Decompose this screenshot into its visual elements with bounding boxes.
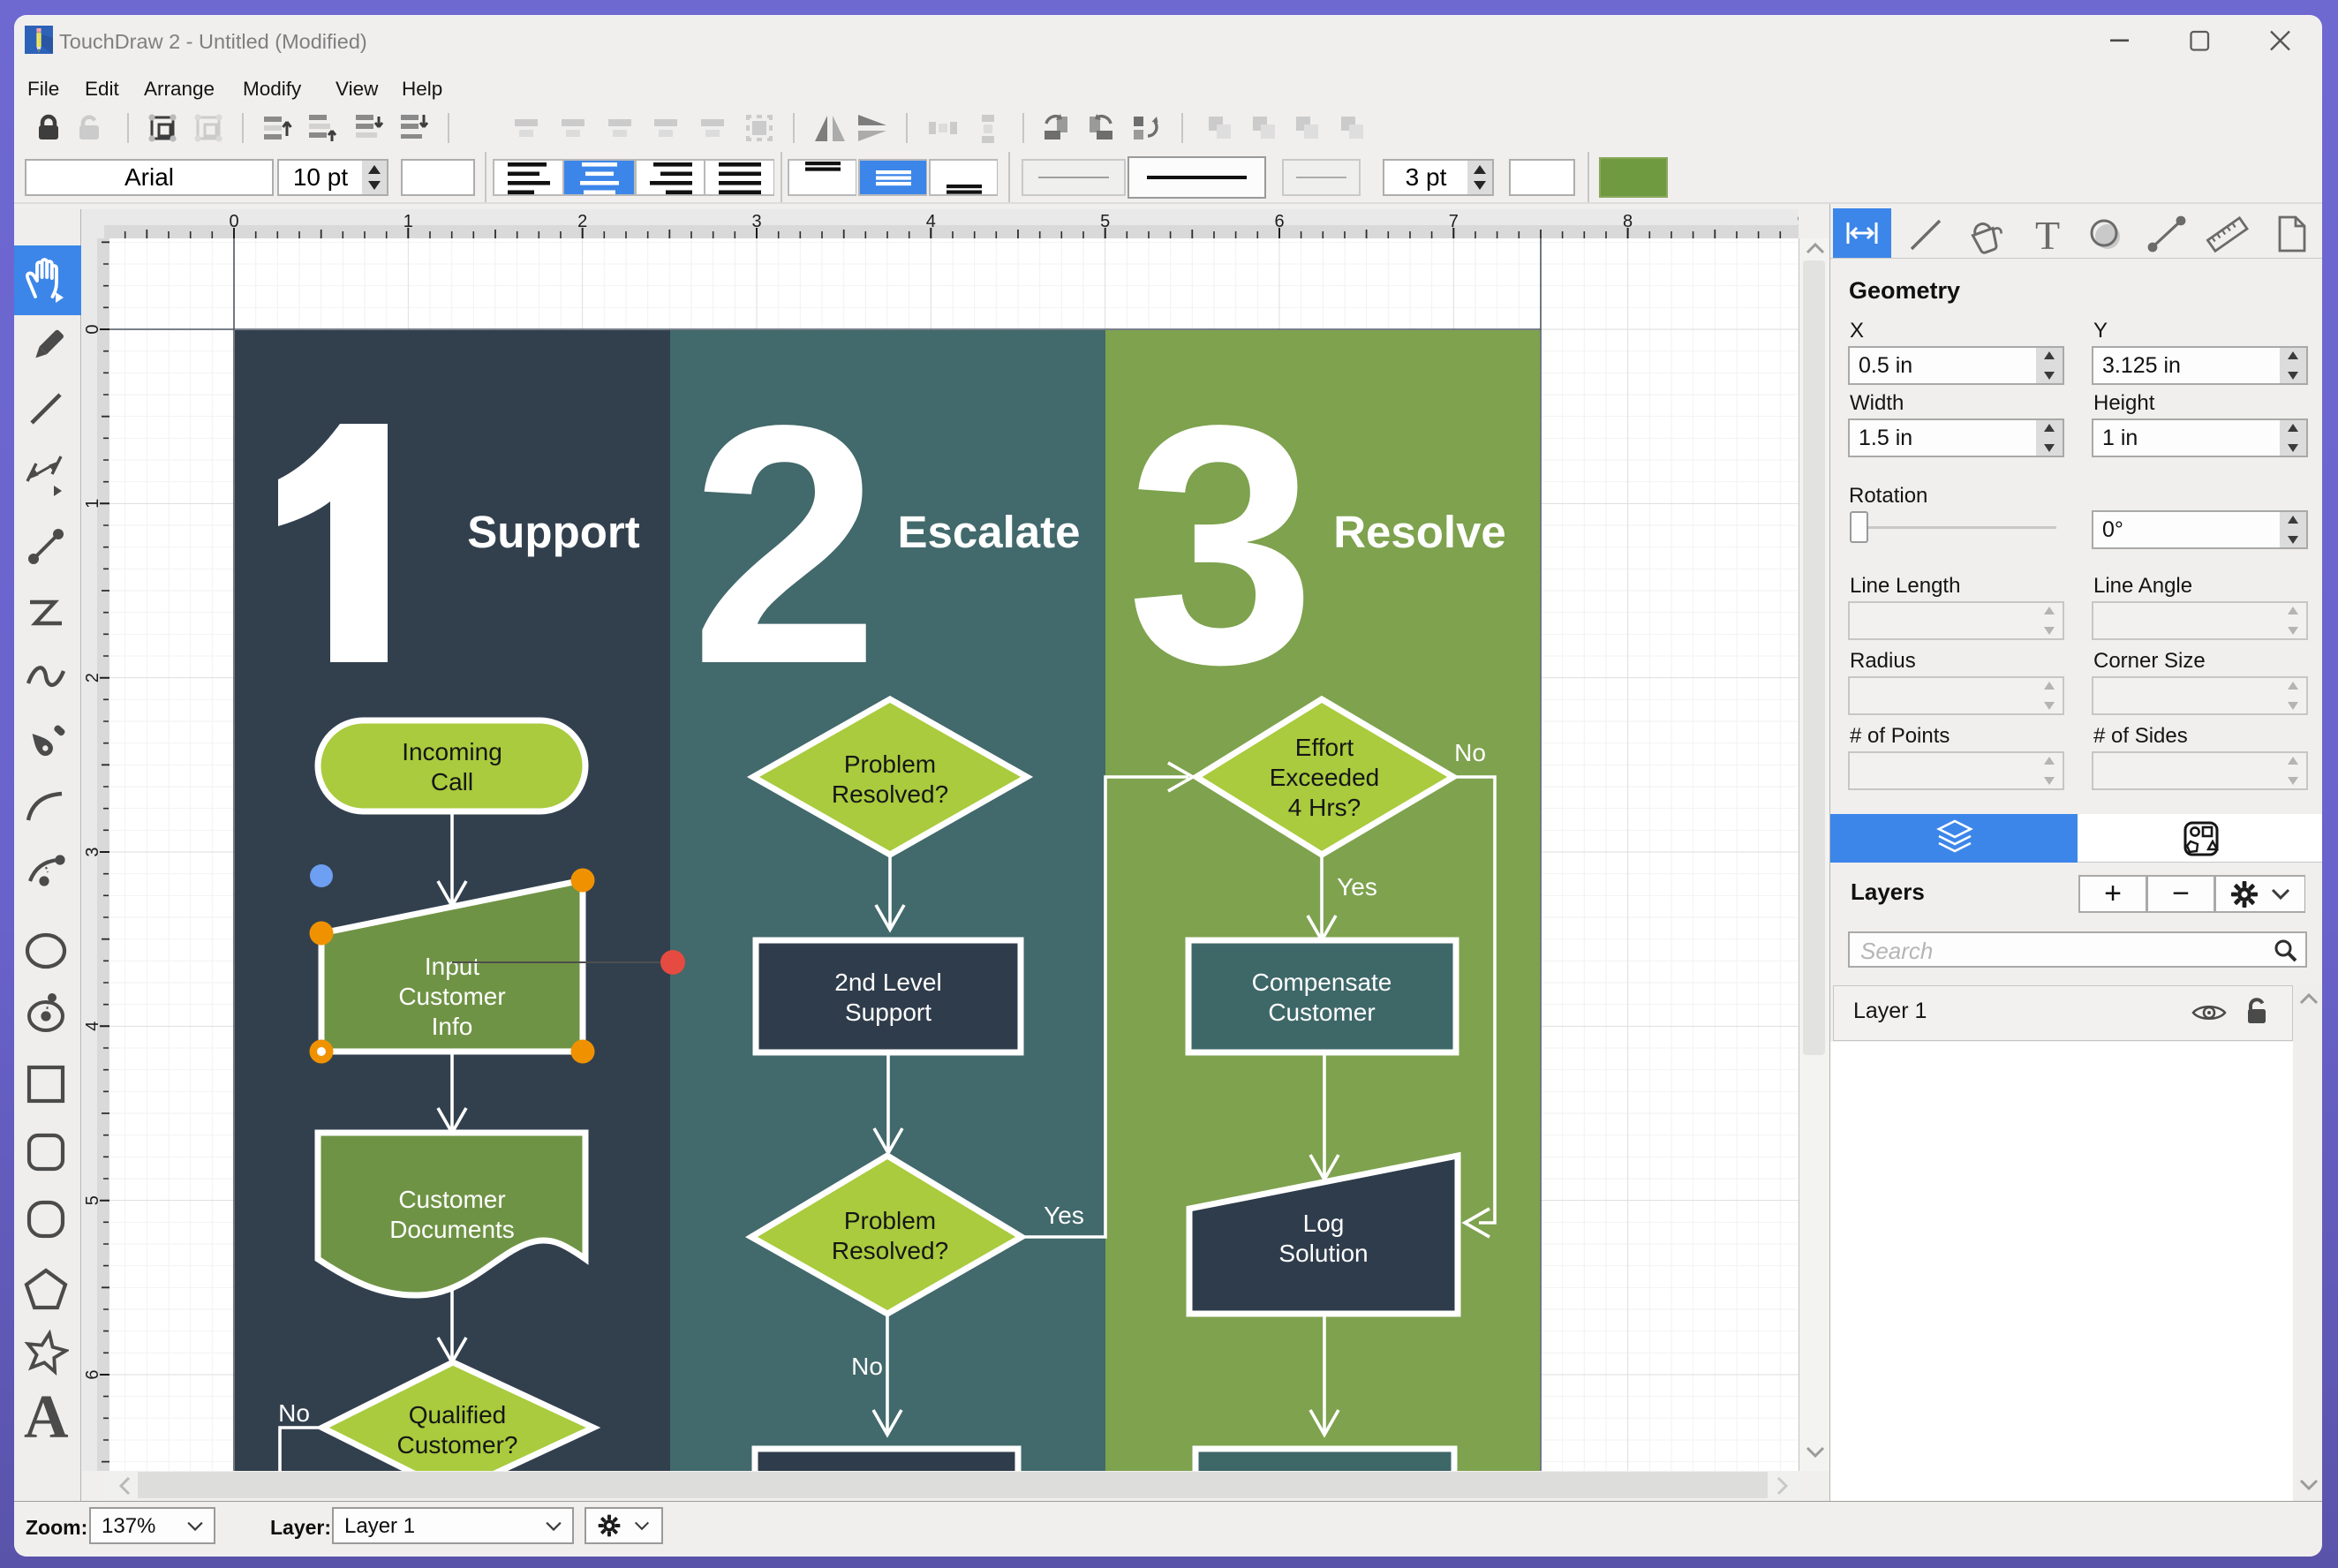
svg-text:Qualified: Qualified — [409, 1401, 507, 1429]
svg-text:2: 2 — [690, 354, 879, 735]
svg-text:Exceeded: Exceeded — [1270, 764, 1380, 791]
svg-text:No: No — [851, 1353, 883, 1380]
svg-text:No: No — [278, 1399, 310, 1427]
svg-text:4: 4 — [926, 212, 936, 231]
svg-text:1: 1 — [403, 212, 413, 231]
svg-text:0: 0 — [229, 212, 238, 231]
svg-text:No: No — [1454, 739, 1486, 766]
svg-text:9: 9 — [1797, 212, 1799, 231]
svg-text:6: 6 — [1274, 212, 1284, 231]
svg-text:Support: Support — [467, 507, 639, 557]
svg-text:Customer: Customer — [398, 983, 505, 1010]
svg-text:2: 2 — [83, 673, 102, 682]
svg-text:Log: Log — [1303, 1210, 1345, 1237]
svg-text:4 Hrs?: 4 Hrs? — [1288, 794, 1361, 821]
svg-text:3: 3 — [83, 847, 102, 856]
svg-text:Customer?: Customer? — [397, 1431, 518, 1459]
svg-text:Problem: Problem — [844, 750, 936, 778]
svg-text:2nd Level: 2nd Level — [834, 969, 941, 996]
svg-text:Escalate: Escalate — [898, 507, 1081, 557]
svg-text:Yes: Yes — [1337, 873, 1377, 901]
svg-text:Compensate: Compensate — [1252, 969, 1392, 996]
svg-text:Call: Call — [431, 768, 473, 795]
svg-text:5: 5 — [83, 1195, 102, 1205]
svg-text:Input: Input — [425, 953, 479, 980]
svg-text:8: 8 — [1623, 212, 1633, 231]
svg-text:Info: Info — [432, 1013, 473, 1040]
svg-text:Customer: Customer — [1268, 999, 1375, 1026]
svg-text:T: T — [2035, 213, 2060, 258]
svg-text:6: 6 — [83, 1369, 102, 1379]
svg-text:1: 1 — [83, 499, 102, 509]
svg-text:2: 2 — [577, 212, 587, 231]
svg-text:Problem: Problem — [844, 1207, 936, 1234]
svg-text:Customer: Customer — [398, 1186, 505, 1213]
svg-text:Documents: Documents — [389, 1216, 515, 1243]
svg-text:0: 0 — [83, 324, 102, 334]
svg-text:7: 7 — [1449, 212, 1459, 231]
svg-text:5: 5 — [1100, 212, 1110, 231]
svg-text:Resolved?: Resolved? — [832, 1237, 948, 1264]
svg-text:3: 3 — [751, 212, 761, 231]
svg-text:Incoming: Incoming — [402, 738, 502, 765]
svg-text:Yes: Yes — [1044, 1202, 1084, 1229]
svg-text:4: 4 — [83, 1021, 102, 1031]
svg-text:3: 3 — [1127, 354, 1316, 735]
svg-text:Support: Support — [845, 999, 931, 1026]
svg-text:Resolve: Resolve — [1333, 507, 1506, 557]
svg-text:Solution: Solution — [1278, 1240, 1368, 1267]
svg-text:Resolved?: Resolved? — [832, 780, 948, 808]
svg-text:Effort: Effort — [1295, 734, 1354, 761]
